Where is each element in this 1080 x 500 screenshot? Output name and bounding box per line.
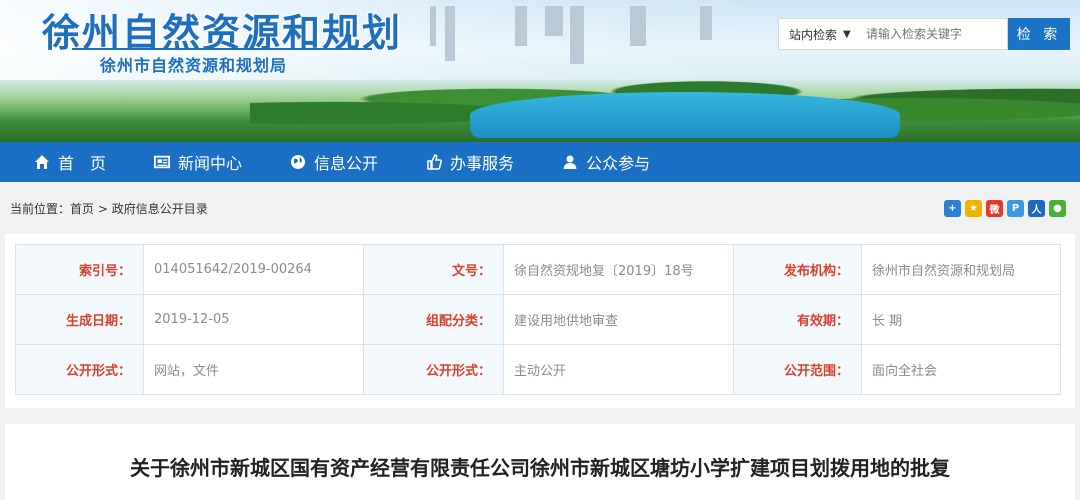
document-title: 关于徐州市新城区国有资产经营有限责任公司徐州市新城区塘坊小学扩建项目划拨用地的批… <box>130 456 950 480</box>
doc-number-label: 文号： <box>363 244 504 295</box>
search-scope-select[interactable]: 站内检索 ▼ <box>778 18 858 50</box>
document-info-panel: 索引号： 014051642/2019-00264 文号： 徐自然资规地复〔20… <box>5 234 1075 408</box>
nav-item-info[interactable]: 信息公开 <box>290 142 378 182</box>
created-date-label: 生成日期： <box>15 294 144 345</box>
table-row: 生成日期： 2019-12-05 组配分类： 建设用地供地审查 有效期： 长 期 <box>15 294 1061 345</box>
banner-building <box>515 6 527 46</box>
table-row: 公开形式： 网站，文件 公开形式： 主动公开 公开范围： 面向全社会 <box>15 344 1061 395</box>
breadcrumb: 当前位置：首页 > 政府信息公开目录 <box>10 200 208 217</box>
nav-item-participation[interactable]: 公众参与 <box>562 142 650 182</box>
publisher-value: 徐州市自然资源和规划局 <box>861 244 1061 295</box>
disclosure-scope-value: 面向全社会 <box>861 344 1061 395</box>
breadcrumb-current[interactable]: 政府信息公开目录 <box>112 202 208 216</box>
nav-item-news[interactable]: 新闻中心 <box>154 142 242 182</box>
disclosure-scope-label: 公开范围： <box>733 344 862 395</box>
wechat-icon[interactable]: ● <box>1049 200 1066 217</box>
tencent-icon[interactable]: P <box>1007 200 1024 217</box>
newspaper-icon <box>154 154 171 170</box>
site-subtitle: 徐州市自然资源和规划局 <box>100 56 288 75</box>
banner-building <box>430 6 436 46</box>
breadcrumb-prefix: 当前位置： <box>10 202 71 216</box>
weibo-icon[interactable]: 微 <box>986 200 1003 217</box>
banner-lake <box>470 92 900 138</box>
doc-number-value: 徐自然资规地复〔2019〕18号 <box>503 244 734 295</box>
search-input[interactable] <box>858 18 1008 50</box>
search-bar: 站内检索 ▼ 检 索 <box>778 18 1070 50</box>
search-button[interactable]: 检 索 <box>1008 18 1070 50</box>
title-underline <box>72 48 372 50</box>
publisher-label: 发布机构： <box>733 244 862 295</box>
validity-label: 有效期： <box>733 294 862 345</box>
banner-building <box>545 6 563 36</box>
caret-down-icon: ▼ <box>843 28 851 40</box>
main-nav: 首 页 新闻中心 信息公开 办事服务 公众参与 <box>0 142 1080 182</box>
nav-item-label: 公众参与 <box>586 154 651 173</box>
document-info-table: 索引号： 014051642/2019-00264 文号： 徐自然资规地复〔20… <box>15 244 1061 395</box>
nav-item-services[interactable]: 办事服务 <box>426 142 514 182</box>
category-label: 组配分类： <box>363 294 504 345</box>
disclosure-mode-label: 公开形式： <box>363 344 504 395</box>
document-content: 关于徐州市新城区国有资产经营有限责任公司徐州市新城区塘坊小学扩建项目划拨用地的批… <box>5 424 1075 500</box>
nav-item-label: 新闻中心 <box>178 154 243 173</box>
header-banner: 徐州自然资源和规划 徐州市自然资源和规划局 站内检索 ▼ 检 索 <box>0 0 1080 142</box>
banner-building <box>700 6 712 40</box>
nav-item-label: 信息公开 <box>314 154 379 173</box>
home-icon <box>34 154 50 170</box>
validity-value: 长 期 <box>861 294 1061 345</box>
renren-icon[interactable]: 人 <box>1028 200 1045 217</box>
breadcrumb-home-link[interactable]: 首页 <box>70 202 94 216</box>
thumbs-up-icon <box>426 154 442 170</box>
search-scope-label: 站内检索 <box>789 27 838 42</box>
globe-icon <box>290 154 306 170</box>
nav-item-label: 首 页 <box>58 154 107 173</box>
banner-building <box>445 6 455 61</box>
category-value: 建设用地供地审查 <box>503 294 734 345</box>
qzone-icon[interactable]: ★ <box>965 200 982 217</box>
table-row: 索引号： 014051642/2019-00264 文号： 徐自然资规地复〔20… <box>15 244 1061 295</box>
share-toolbar: + ★ 微 P 人 ● <box>944 200 1066 217</box>
created-date-value: 2019-12-05 <box>143 294 364 345</box>
banner-building <box>630 6 646 46</box>
nav-item-label: 办事服务 <box>450 154 515 173</box>
user-icon <box>562 154 578 170</box>
breadcrumb-separator: > <box>97 202 108 216</box>
index-label: 索引号： <box>15 244 144 295</box>
index-value: 014051642/2019-00264 <box>143 244 364 295</box>
disclosure-mode-value: 主动公开 <box>503 344 734 395</box>
plus-share-icon[interactable]: + <box>944 200 961 217</box>
nav-item-home[interactable]: 首 页 <box>34 142 106 182</box>
disclosure-form-value: 网站，文件 <box>143 344 364 395</box>
banner-building <box>570 6 584 64</box>
disclosure-form-label: 公开形式： <box>15 344 144 395</box>
